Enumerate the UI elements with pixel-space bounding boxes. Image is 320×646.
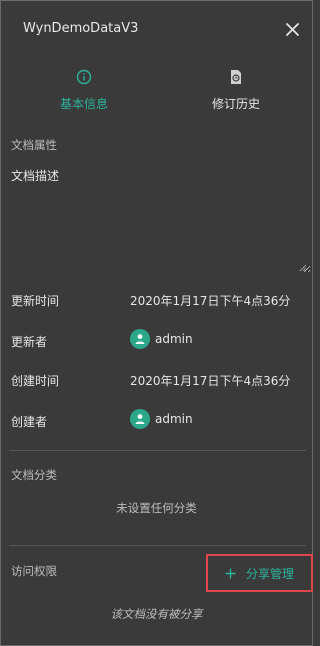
created-time-label: 创建时间 (11, 374, 60, 388)
document-info-panel: WynDemoDataV3 基本信息 修订历史 文档属性 文档描述 更新时间 2… (0, 0, 313, 646)
close-icon (285, 22, 299, 36)
panel-header: WynDemoDataV3 (1, 1, 312, 57)
updater-label: 更新者 (11, 335, 48, 349)
tab-bar: 基本信息 修订历史 (1, 61, 312, 117)
share-management-label: 分享管理 (245, 566, 294, 581)
avatar (130, 409, 150, 429)
plus-icon (225, 568, 236, 579)
description-label: 文档描述 (11, 169, 60, 183)
creator-label: 创建者 (11, 415, 48, 429)
updater-name: admin (155, 332, 193, 346)
updater-user: admin (130, 327, 193, 351)
created-time-row: 创建时间 2020年1月17日下午4点36分 (1, 368, 312, 392)
tab-basic-info[interactable]: 基本信息 (9, 61, 159, 117)
share-management-button[interactable]: 分享管理 (206, 554, 313, 592)
divider (9, 545, 306, 546)
info-circle-icon (76, 69, 92, 85)
avatar (130, 329, 150, 349)
creator-name: admin (155, 412, 193, 426)
description-input[interactable] (11, 187, 311, 273)
share-empty-text: 该文档没有被分享 (110, 607, 203, 621)
tab-revision-history[interactable]: 修订历史 (161, 61, 311, 117)
resize-handle-icon[interactable] (298, 263, 307, 272)
created-time-value: 2020年1月17日下午4点36分 (130, 374, 291, 388)
tab-revision-history-label: 修订历史 (211, 97, 260, 111)
section-access-permissions: 访问权限 (11, 564, 57, 578)
document-title: WynDemoDataV3 (23, 21, 139, 36)
user-icon (135, 334, 145, 344)
updated-time-row: 更新时间 2020年1月17日下午4点36分 (1, 288, 312, 312)
close-button[interactable] (282, 19, 302, 39)
history-document-icon (231, 70, 241, 84)
section-document-category: 文档分类 (11, 468, 57, 482)
user-icon (135, 414, 145, 424)
category-empty-text: 未设置任何分类 (116, 501, 197, 515)
updater-row: 更新者 admin (1, 327, 312, 351)
tab-basic-info-label: 基本信息 (59, 97, 108, 111)
creator-row: 创建者 admin (1, 407, 312, 431)
updated-time-value: 2020年1月17日下午4点36分 (130, 294, 291, 308)
section-document-properties: 文档属性 (11, 138, 57, 152)
updated-time-label: 更新时间 (11, 294, 60, 308)
creator-user: admin (130, 407, 193, 431)
divider (9, 450, 306, 451)
